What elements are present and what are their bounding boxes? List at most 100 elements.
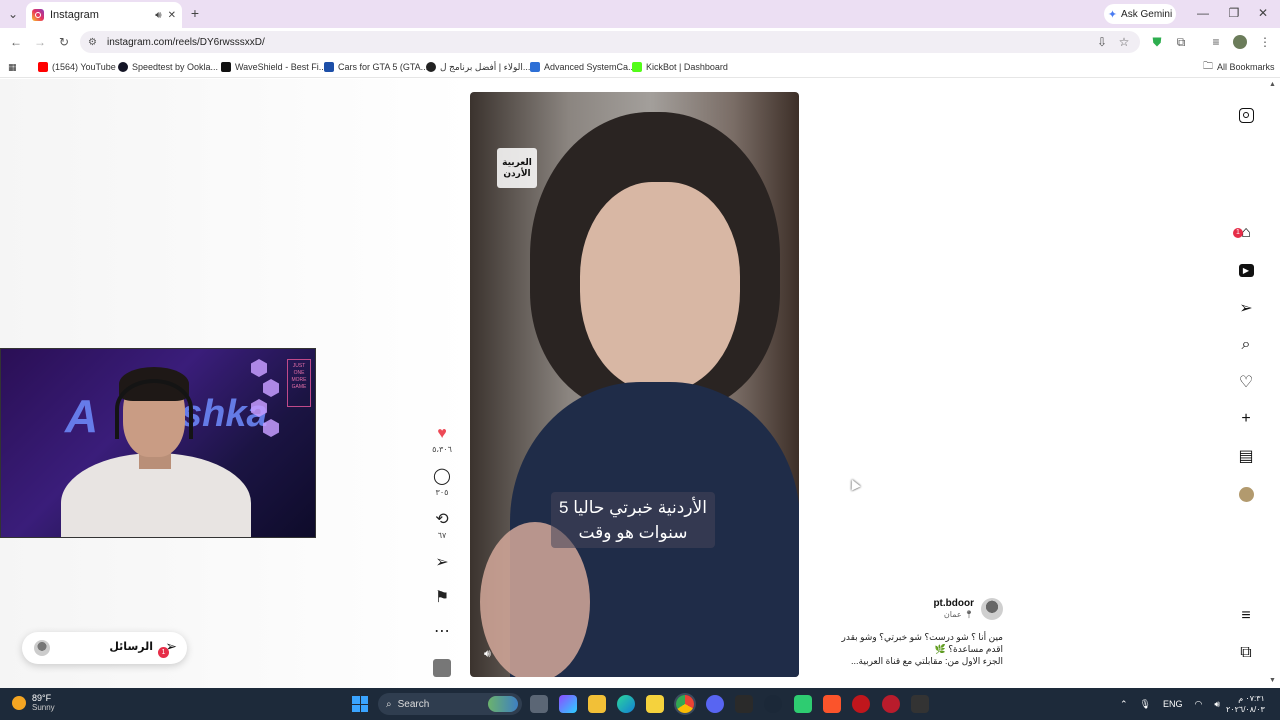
bookmark-label: (1564) YouTube [52, 62, 116, 72]
shield-extension-icon[interactable]: ⛊ [1149, 34, 1165, 50]
close-tab-icon[interactable]: ✕ [168, 10, 176, 21]
bookmark-advanced-systemcare[interactable]: Advanced SystemCa... [530, 60, 636, 74]
bookmark-star-icon[interactable]: ☆ [1116, 34, 1132, 50]
messages-icon[interactable]: ➢ [1236, 298, 1256, 318]
ask-gemini-label: Ask Gemini [1121, 8, 1173, 20]
alarabiya-jordan-logo: العربية الأردن [497, 148, 537, 188]
speaker-icon[interactable]: 🔊︎ [155, 10, 161, 21]
advanced-systemcare-icon [530, 62, 540, 72]
save-button[interactable]: ⚑ [426, 589, 458, 607]
mouse-cursor [847, 477, 861, 491]
post-caption[interactable]: مين أنا ؟ شو درست؟ شو خبرتي؟ وشو بقدر اق… [800, 631, 1004, 667]
address-bar[interactable]: ⚙ instagram.com/reels/DY6rwsssxxD/ [80, 31, 1140, 53]
comment-count: ٣٠٥ [435, 488, 449, 497]
more-options-button[interactable]: ⋯ [426, 623, 458, 641]
reload-icon[interactable]: ↻ [56, 34, 72, 50]
comment-button[interactable]: ◯ ٣٠٥ [426, 468, 458, 497]
reels-icon[interactable]: ▶ [1236, 260, 1256, 280]
window-close-icon[interactable]: ✕ [1256, 6, 1270, 20]
instagram-sidebar: ⌂ ▶ ➢ 1 ⌕ ♡ + ▤ ≡ ⧉ [1230, 79, 1262, 688]
store-icon[interactable] [646, 695, 664, 713]
discord-icon[interactable] [706, 695, 724, 713]
system-tray: ⌃ 🎙︎ ENG ◠ 🔊︎ [1120, 688, 1220, 720]
share-button[interactable]: ➢ [426, 554, 458, 572]
bookmark-gta-cars[interactable]: Cars for GTA 5 (GTA... [324, 60, 428, 74]
create-plus-icon[interactable]: + [1236, 409, 1256, 429]
site-info-icon[interactable]: ⚙ [88, 37, 97, 48]
paper-plane-icon: ➢ [435, 554, 449, 571]
profile-avatar[interactable] [1232, 34, 1248, 50]
bookmark-youtube[interactable]: (1564) YouTube [38, 60, 116, 74]
browser-menu-icon[interactable]: ⋮ [1257, 34, 1273, 50]
system-clock[interactable]: ٠٧:٣١ م ٢٠٢٦/٠٨/٠٣ [1226, 693, 1265, 715]
bookmark-alwalaa[interactable]: الولاء | أفضل برنامج ل... [426, 60, 530, 74]
profile-avatar-nav[interactable] [1236, 484, 1256, 504]
caption-line1: مين أنا ؟ شو درست؟ شو خبرتي؟ وشو بقدر [841, 632, 1004, 642]
hex-light-1 [251, 359, 267, 377]
alwalaa-icon [426, 62, 436, 72]
tab-instagram[interactable]: Instagram 🔊︎ ✕ [26, 2, 182, 28]
game-app-icon[interactable] [735, 695, 753, 713]
android-app-icon[interactable] [794, 695, 812, 713]
notifications-heart-icon[interactable]: ♡ [1236, 372, 1256, 392]
bookmark-waveshield[interactable]: WaveShield - Best Fi... [221, 60, 326, 74]
valorant-icon[interactable] [882, 695, 900, 713]
ask-gemini-button[interactable]: ✦ Ask Gemini [1104, 4, 1176, 24]
file-explorer-icon[interactable] [588, 695, 606, 713]
messages-label: الرسائل [109, 641, 153, 653]
search-icon[interactable]: ⌕ [1236, 335, 1256, 355]
headset [115, 379, 193, 439]
copilot-icon[interactable] [559, 695, 577, 713]
video-subject-face [580, 182, 740, 392]
bookmark-speedtest[interactable]: Speedtest by Ookla... [118, 60, 218, 74]
volume-icon[interactable]: 🔊︎ [484, 648, 491, 661]
language-indicator[interactable]: ENG [1163, 699, 1183, 709]
author-username[interactable]: pt.bdoor [900, 598, 974, 609]
new-tab-icon[interactable]: + [188, 5, 202, 21]
hamburger-menu-icon[interactable]: ≡ [1236, 606, 1256, 626]
audio-thumbnail[interactable] [426, 659, 458, 677]
brave-icon[interactable] [823, 695, 841, 713]
extensions-icon[interactable]: ⧉ [1173, 34, 1189, 50]
restore-icon[interactable]: ❐ [1227, 6, 1241, 20]
steam-icon[interactable] [764, 695, 782, 713]
apps-grid-icon[interactable]: ▦ [8, 60, 17, 74]
microphone-icon[interactable]: 🎙︎ [1140, 699, 1151, 710]
edge-icon[interactable] [617, 695, 635, 713]
kickbot-icon [632, 62, 642, 72]
wifi-icon[interactable]: ◠ [1195, 699, 1203, 710]
scroll-down-icon[interactable]: ▼ [1269, 677, 1276, 684]
task-view-icon[interactable] [530, 695, 548, 713]
messages-button[interactable]: الرسائل ➢ 1 [22, 632, 187, 664]
bookmark-kickbot[interactable]: KickBot | Dashboard [632, 60, 728, 74]
forward-icon[interactable]: → [32, 34, 48, 50]
repost-button[interactable]: ⟲ ٦٧ [426, 511, 458, 540]
tab-title: Instagram [50, 9, 99, 21]
more-apps-icon[interactable]: ⧉ [1236, 643, 1256, 663]
minimize-icon[interactable]: — [1196, 6, 1210, 20]
taskbar-search[interactable]: ⌕ Search [378, 693, 522, 715]
all-bookmarks-button[interactable]: 🗀 All Bookmarks [1203, 60, 1275, 74]
post-location[interactable]: عمان 📍︎ [900, 610, 974, 619]
gemini-sparkle-icon: ✦ [1107, 8, 1118, 21]
chrome-icon[interactable] [676, 695, 694, 713]
tray-chevron-icon[interactable]: ⌃ [1120, 699, 1128, 710]
scroll-up-icon[interactable]: ▲ [1269, 81, 1276, 88]
dashboard-icon[interactable]: ▤ [1236, 446, 1256, 466]
install-app-icon[interactable]: ⇩ [1094, 34, 1110, 50]
instagram-logo-icon[interactable] [1236, 105, 1256, 125]
red-app-icon[interactable] [852, 695, 870, 713]
message-avatar [34, 640, 50, 656]
start-button[interactable] [352, 696, 368, 712]
epic-games-icon[interactable] [911, 695, 929, 713]
reel-video[interactable]: العربية الأردن الأردنية خبرتي حاليا 5 سن… [470, 92, 799, 677]
author-avatar[interactable] [981, 598, 1003, 620]
volume-icon[interactable]: 🔊︎ [1214, 699, 1220, 710]
media-controls-icon[interactable]: ≡ [1208, 34, 1224, 50]
like-button[interactable]: ♥ ٥،٣٠٦ [426, 425, 458, 454]
weather-widget[interactable]: 89°F Sunny [12, 693, 55, 713]
bookmark-label: Speedtest by Ookla... [132, 62, 219, 72]
tab-search-chevron-icon[interactable]: ⌄ [6, 7, 20, 21]
back-icon[interactable]: ← [8, 34, 24, 50]
search-label: Search [397, 698, 430, 710]
